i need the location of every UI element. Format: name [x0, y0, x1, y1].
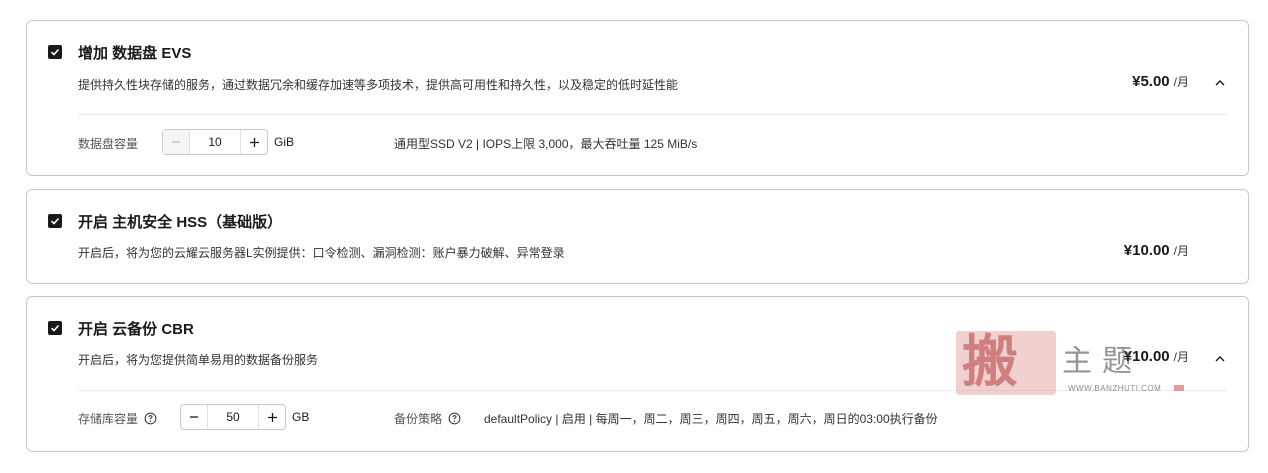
cbr-capacity-label: 存储库容量: [78, 410, 157, 427]
evs-description: 提供持久性块存储的服务，通过数据冗余和缓存加速等多项技术，提供高可用性和持久性，…: [78, 78, 679, 92]
hss-title: 开启 主机安全 HSS（基础版）: [78, 214, 283, 231]
check-icon: [50, 217, 60, 225]
evs-minus-button[interactable]: [163, 130, 190, 154]
cbr-price: ¥10.00 /月: [1124, 348, 1189, 365]
hss-card: 开启 主机安全 HSS（基础版） 开启后，将为您的云耀云服务器L实例提供：口令检…: [26, 189, 1249, 284]
evs-capacity-label: 数据盘容量: [78, 135, 138, 152]
evs-card: 增加 数据盘 EVS 提供持久性块存储的服务，通过数据冗余和缓存加速等多项技术，…: [26, 20, 1249, 176]
hss-price-amount: ¥10.00: [1123, 242, 1170, 259]
chevron-up-icon[interactable]: [1214, 77, 1226, 89]
plus-icon: [249, 137, 259, 147]
evs-plus-button[interactable]: [240, 130, 267, 154]
check-icon: [50, 48, 60, 56]
evs-divider: [78, 114, 1227, 115]
hss-checkbox[interactable]: [48, 214, 62, 228]
cbr-description: 开启后，将为您提供简单易用的数据备份服务: [78, 353, 319, 367]
hss-description: 开启后，将为您的云耀云服务器L实例提供：口令检测、漏洞检测：账户暴力破解、异常登…: [78, 246, 565, 260]
evs-price-unit: /月: [1173, 75, 1189, 89]
cbr-capacity-unit: GB: [292, 410, 310, 424]
cbr-capacity-label-text: 存储库容量: [78, 412, 139, 426]
cbr-price-amount: ¥10.00: [1123, 348, 1170, 365]
question-circle-icon[interactable]: [448, 412, 461, 425]
cbr-policy-spec: defaultPolicy | 启用 | 每周一，周二，周三，周四，周五，周六，…: [484, 412, 938, 426]
cbr-policy-label-text: 备份策略: [394, 412, 443, 426]
hss-price: ¥10.00 /月: [1124, 242, 1189, 259]
evs-capacity-label-text: 数据盘容量: [78, 137, 139, 151]
evs-checkbox[interactable]: [48, 45, 62, 59]
evs-price-amount: ¥5.00: [1132, 73, 1170, 90]
cbr-price-unit: /月: [1173, 350, 1189, 364]
evs-title: 增加 数据盘 EVS: [78, 45, 192, 62]
question-circle-icon[interactable]: [144, 412, 157, 425]
hss-price-unit: /月: [1173, 244, 1189, 258]
evs-spec: 通用型SSD V2 | IOPS上限 3,000，最大吞吐量 125 MiB/s: [394, 137, 698, 151]
evs-price: ¥5.00 /月: [1132, 73, 1189, 90]
cbr-title: 开启 云备份 CBR: [78, 321, 194, 338]
evs-capacity-input[interactable]: [190, 130, 240, 154]
cbr-card: 开启 云备份 CBR 开启后，将为您提供简单易用的数据备份服务 ¥10.00 /…: [26, 296, 1249, 452]
minus-icon: [190, 416, 198, 418]
cbr-minus-button[interactable]: [181, 405, 208, 429]
plus-icon: [267, 412, 277, 422]
evs-capacity-unit: GiB: [274, 135, 295, 149]
cbr-capacity-stepper[interactable]: [180, 404, 286, 430]
cbr-capacity-input[interactable]: [208, 405, 258, 429]
minus-icon: [172, 141, 180, 143]
check-icon: [50, 324, 60, 332]
cbr-checkbox[interactable]: [48, 321, 62, 335]
cbr-policy-label: 备份策略: [394, 410, 461, 427]
chevron-up-icon[interactable]: [1214, 353, 1226, 365]
cbr-plus-button[interactable]: [258, 405, 285, 429]
cbr-divider: [78, 390, 1227, 391]
evs-capacity-stepper[interactable]: [162, 129, 268, 155]
